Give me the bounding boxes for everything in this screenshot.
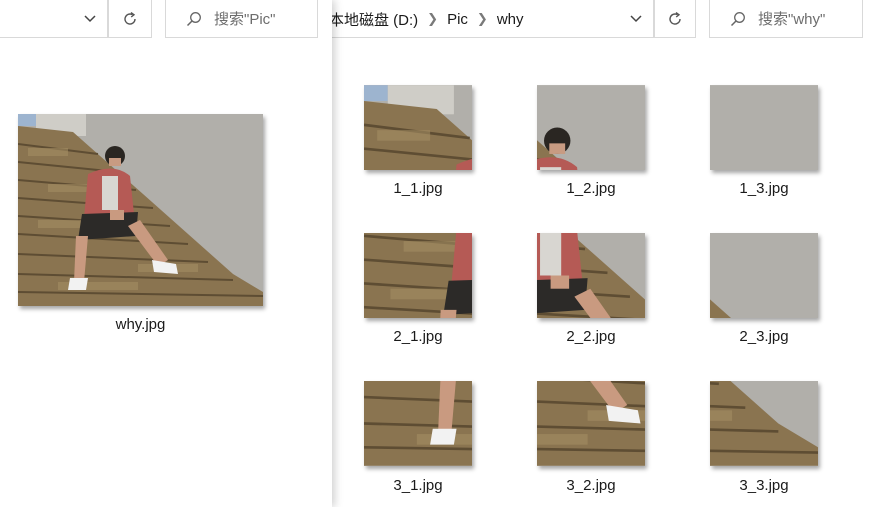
thumbnail-2-2[interactable] xyxy=(537,233,645,318)
address-bar[interactable]: 本地磁盘 (D:) ❯ Pic ❯ why xyxy=(332,0,654,38)
toolbar: 本地磁盘 (D:) ❯ Pic ❯ why 搜索"why" xyxy=(332,0,871,40)
thumbnail-3-3[interactable] xyxy=(710,381,818,466)
address-bar[interactable] xyxy=(0,0,108,38)
refresh-button[interactable] xyxy=(108,0,152,38)
search-icon xyxy=(186,11,201,26)
right-explorer-window: 本地磁盘 (D:) ❯ Pic ❯ why 搜索"why" 1_1.jpg 1_… xyxy=(332,0,871,507)
left-explorer-window: 搜索"Pic" why.jpg xyxy=(0,0,332,507)
thumbnail-3-2[interactable] xyxy=(537,381,645,466)
file-name[interactable]: why.jpg xyxy=(18,316,263,333)
refresh-icon xyxy=(124,11,136,25)
breadcrumb: 本地磁盘 (D:) ❯ Pic ❯ why xyxy=(332,0,524,38)
search-box[interactable]: 搜索"Pic" xyxy=(165,0,318,38)
toolbar: 搜索"Pic" xyxy=(0,0,332,40)
address-dropdown-button[interactable] xyxy=(621,0,651,38)
file-name[interactable]: 1_2.jpg xyxy=(537,180,645,197)
thumbnail-why[interactable] xyxy=(18,114,263,306)
search-icon xyxy=(730,11,745,26)
thumbnail-1-2[interactable] xyxy=(537,85,645,170)
thumbnail-2-1[interactable] xyxy=(364,233,472,318)
file-name[interactable]: 2_1.jpg xyxy=(364,328,472,345)
file-name[interactable]: 3_2.jpg xyxy=(537,477,645,494)
thumbnail-2-3[interactable] xyxy=(710,233,818,318)
search-box[interactable]: 搜索"why" xyxy=(709,0,863,38)
chevron-right-icon: ❯ xyxy=(476,11,488,26)
chevron-right-icon: ❯ xyxy=(427,11,439,26)
thumbnail-1-1[interactable] xyxy=(364,85,472,170)
file-name[interactable]: 1_1.jpg xyxy=(364,180,472,197)
refresh-icon xyxy=(669,11,681,25)
thumbnail-1-3[interactable] xyxy=(710,85,818,170)
file-name[interactable]: 3_1.jpg xyxy=(364,477,472,494)
chevron-down-icon xyxy=(84,15,96,23)
file-name[interactable]: 2_3.jpg xyxy=(710,328,818,345)
breadcrumb-folder-why[interactable]: why xyxy=(497,11,524,28)
search-placeholder: 搜索"why" xyxy=(758,11,826,28)
chevron-down-icon xyxy=(630,15,642,23)
breadcrumb-drive[interactable]: 本地磁盘 (D:) xyxy=(332,9,418,30)
address-dropdown-button[interactable] xyxy=(75,0,105,38)
file-name[interactable]: 3_3.jpg xyxy=(710,477,818,494)
breadcrumb-folder-pic[interactable]: Pic xyxy=(447,11,468,28)
search-placeholder: 搜索"Pic" xyxy=(214,11,276,28)
file-name[interactable]: 2_2.jpg xyxy=(537,328,645,345)
thumbnail-3-1[interactable] xyxy=(364,381,472,466)
refresh-button[interactable] xyxy=(654,0,696,38)
file-name[interactable]: 1_3.jpg xyxy=(710,180,818,197)
